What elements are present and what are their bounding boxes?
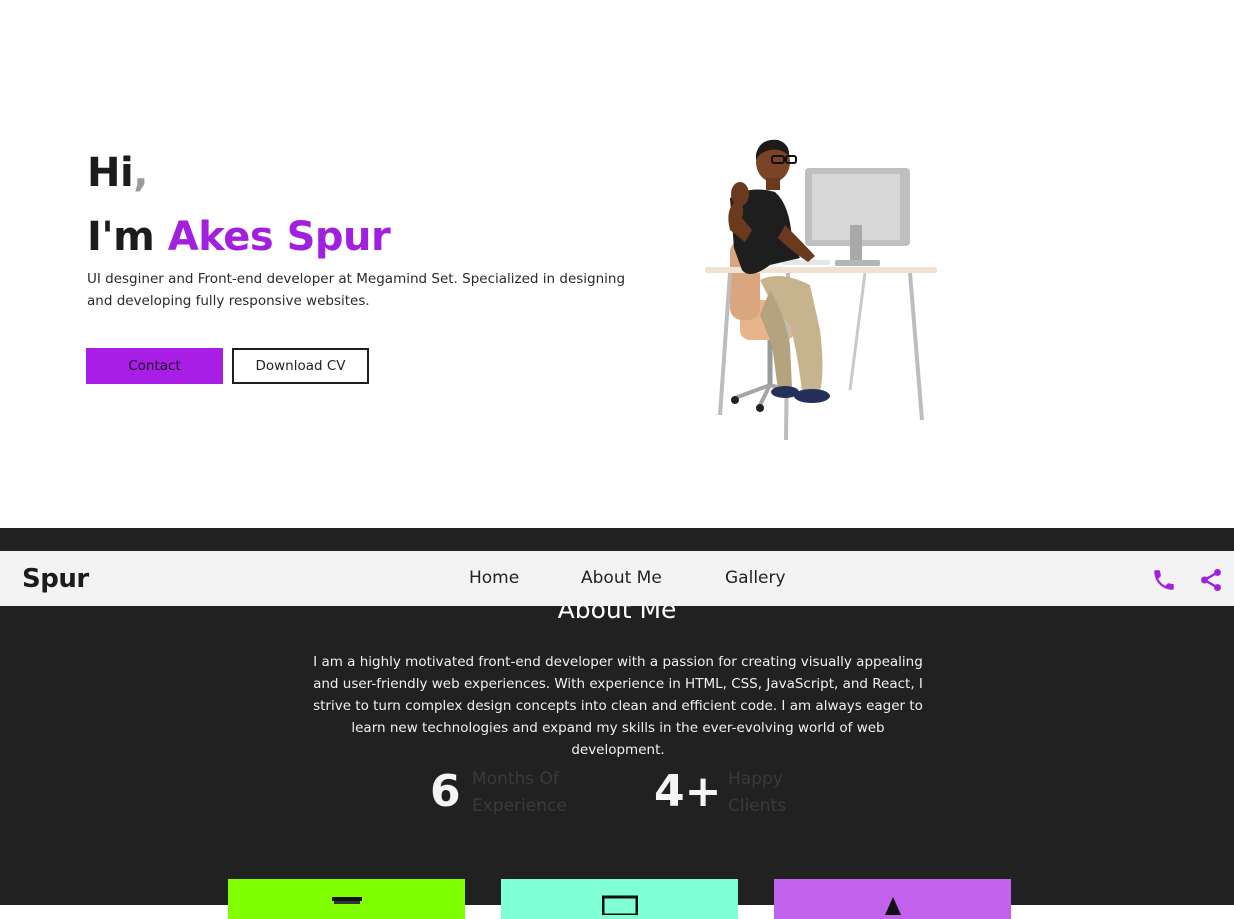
share-icon[interactable] [1198,567,1224,593]
monitor-icon [601,895,638,915]
person-at-desk-illustration [705,139,937,441]
skill-card[interactable] [228,879,465,919]
hero-name: Akes Spur [167,214,391,260]
hero-greeting: Hi, [87,150,148,196]
nav-home[interactable]: Home [469,568,519,588]
download-cv-button[interactable]: Download CV [232,348,369,384]
stat-value-experience: 6 [430,766,461,817]
design-icon [884,897,901,915]
skill-card[interactable] [774,879,1011,919]
nav-about-me[interactable]: About Me [581,568,662,588]
stat-label-clients: Happy Clients [728,769,787,816]
brand-logo[interactable]: Spur [22,564,89,594]
greeting-comma: , [133,150,148,196]
code-icon [331,897,362,904]
hero-bio: UI desginer and Front-end developer at M… [87,271,626,309]
stat-label-experience: Months Of Experience [472,769,567,816]
phone-icon[interactable] [1151,567,1177,593]
contact-button[interactable]: Contact [86,348,223,384]
skill-card[interactable] [501,879,738,919]
about-text: I am a highly motivated front-end develo… [313,654,923,758]
hero-heading: I'm Akes Spur [87,214,391,260]
stat-value-clients: 4+ [654,766,722,817]
nav-gallery[interactable]: Gallery [725,568,786,588]
hero-section: Hi, I'm Akes Spur UI desginer and Front-… [0,0,1234,528]
